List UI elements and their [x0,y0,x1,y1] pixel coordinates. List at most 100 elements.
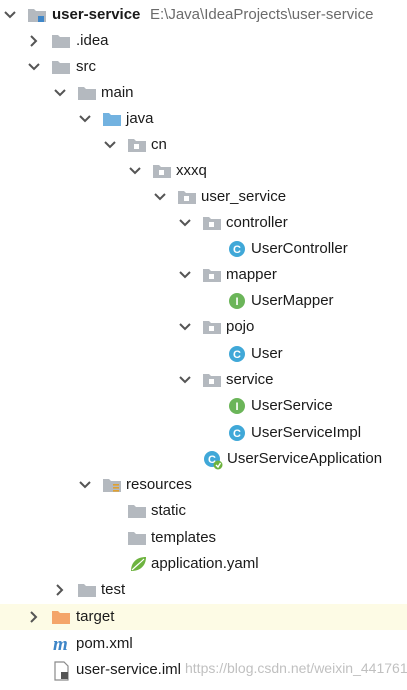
tree-row-service[interactable]: service [0,367,407,393]
svg-text:C: C [233,428,241,440]
resources-folder-icon [102,476,122,494]
tree-row-idea[interactable]: .idea [0,28,407,54]
tree-row-static[interactable]: static [0,498,407,524]
source-folder-icon [102,110,122,128]
folder-icon [51,32,71,50]
svg-text:C: C [233,349,241,361]
project-tree: user-service E:\Java\IdeaProjects\user-s… [0,0,407,690]
chevron-down-icon[interactable] [177,372,193,388]
spring-boot-class-icon: C [203,450,223,470]
tree-row-test[interactable]: test [0,577,407,603]
tree-label: templates [151,529,217,546]
tree-row-java[interactable]: java [0,106,407,132]
tree-row-mapper[interactable]: mapper [0,262,407,288]
chevron-down-icon[interactable] [2,7,18,23]
tree-label: UserMapper [251,292,334,309]
tree-label: target [76,608,115,625]
tree-row-templates[interactable]: templates [0,525,407,551]
tree-label: application.yaml [151,555,259,572]
interface-icon: I [228,292,248,310]
project-name: user-service [52,6,141,23]
tree-label: user_service [201,188,287,205]
chevron-right-icon[interactable] [26,33,42,49]
chevron-down-icon[interactable] [127,163,143,179]
tree-row-application-yaml[interactable]: application.yaml [0,551,407,577]
tree-label: UserService [251,397,333,414]
tree-label: cn [151,136,167,153]
class-icon: C [228,240,248,258]
tree-row-usercontroller[interactable]: C UserController [0,236,407,262]
folder-icon [77,84,97,102]
tree-row-userservice[interactable]: I UserService [0,393,407,419]
chevron-down-icon[interactable] [177,215,193,231]
tree-label: UserServiceApplication [227,450,383,467]
tree-row-main[interactable]: main [0,80,407,106]
folder-icon [51,58,71,76]
tree-label: static [151,502,187,519]
tree-label: UserServiceImpl [251,424,362,441]
chevron-down-icon[interactable] [152,189,168,205]
iml-file-icon [52,661,72,681]
chevron-right-icon[interactable] [52,582,68,598]
package-icon [202,266,222,284]
tree-label: src [76,58,96,75]
chevron-down-icon[interactable] [177,319,193,335]
tree-row-project-root[interactable]: user-service E:\Java\IdeaProjects\user-s… [0,2,407,28]
tree-label: pojo [226,318,255,335]
tree-label: test [101,581,126,598]
tree-row-userserviceapplication[interactable]: C UserServiceApplication [0,446,407,472]
chevron-down-icon[interactable] [77,111,93,127]
tree-row-usermapper[interactable]: I UserMapper [0,288,407,314]
tree-label: main [101,84,134,101]
package-icon [127,136,147,154]
folder-icon [127,502,147,520]
tree-row-src[interactable]: src [0,54,407,80]
class-icon: C [228,424,248,442]
tree-row-user-service[interactable]: user_service [0,184,407,210]
tree-label: xxxq [176,162,207,179]
chevron-right-icon[interactable] [26,609,42,625]
tree-row-userserviceimpl[interactable]: C UserServiceImpl [0,420,407,446]
folder-icon [77,581,97,599]
interface-icon: I [228,397,248,415]
tree-label: .idea [76,32,109,49]
tree-row-target[interactable]: target [0,604,407,630]
package-icon [202,318,222,336]
tree-row-pojo[interactable]: pojo [0,314,407,340]
tree-label: User [251,345,283,362]
folder-icon [127,529,147,547]
chevron-down-icon[interactable] [102,137,118,153]
tree-row-controller[interactable]: controller [0,210,407,236]
package-icon [152,162,172,180]
chevron-down-icon[interactable] [177,267,193,283]
chevron-down-icon[interactable] [77,477,93,493]
package-icon [202,214,222,232]
tree-row-pom[interactable]: m pom.xml [0,631,407,657]
tree-label: pom.xml [76,635,133,652]
watermark-text: https://blog.csdn.net/weixin_44176169 [185,660,407,676]
tree-label: service [226,371,274,388]
svg-text:I: I [235,296,238,308]
spring-leaf-icon [128,555,148,573]
maven-icon: m [52,634,72,655]
tree-label: UserController [251,240,348,257]
tree-label: mapper [226,266,277,283]
svg-text:m: m [53,635,68,653]
tree-label: user-service.iml [76,661,182,678]
tree-label: resources [126,476,192,493]
excluded-folder-icon [51,608,71,626]
svg-text:I: I [235,401,238,413]
tree-row-resources[interactable]: resources [0,472,407,498]
chevron-down-icon[interactable] [52,85,68,101]
tree-row-xxxq[interactable]: xxxq [0,158,407,184]
package-icon [202,371,222,389]
tree-row-user[interactable]: C User [0,341,407,367]
chevron-down-icon[interactable] [26,59,42,75]
svg-text:C: C [233,244,241,256]
package-icon [177,188,197,206]
module-folder-icon [27,6,47,24]
tree-row-cn[interactable]: cn [0,132,407,158]
tree-label: java [126,110,154,127]
project-path: E:\Java\IdeaProjects\user-service [150,6,374,23]
tree-label: controller [226,214,288,231]
